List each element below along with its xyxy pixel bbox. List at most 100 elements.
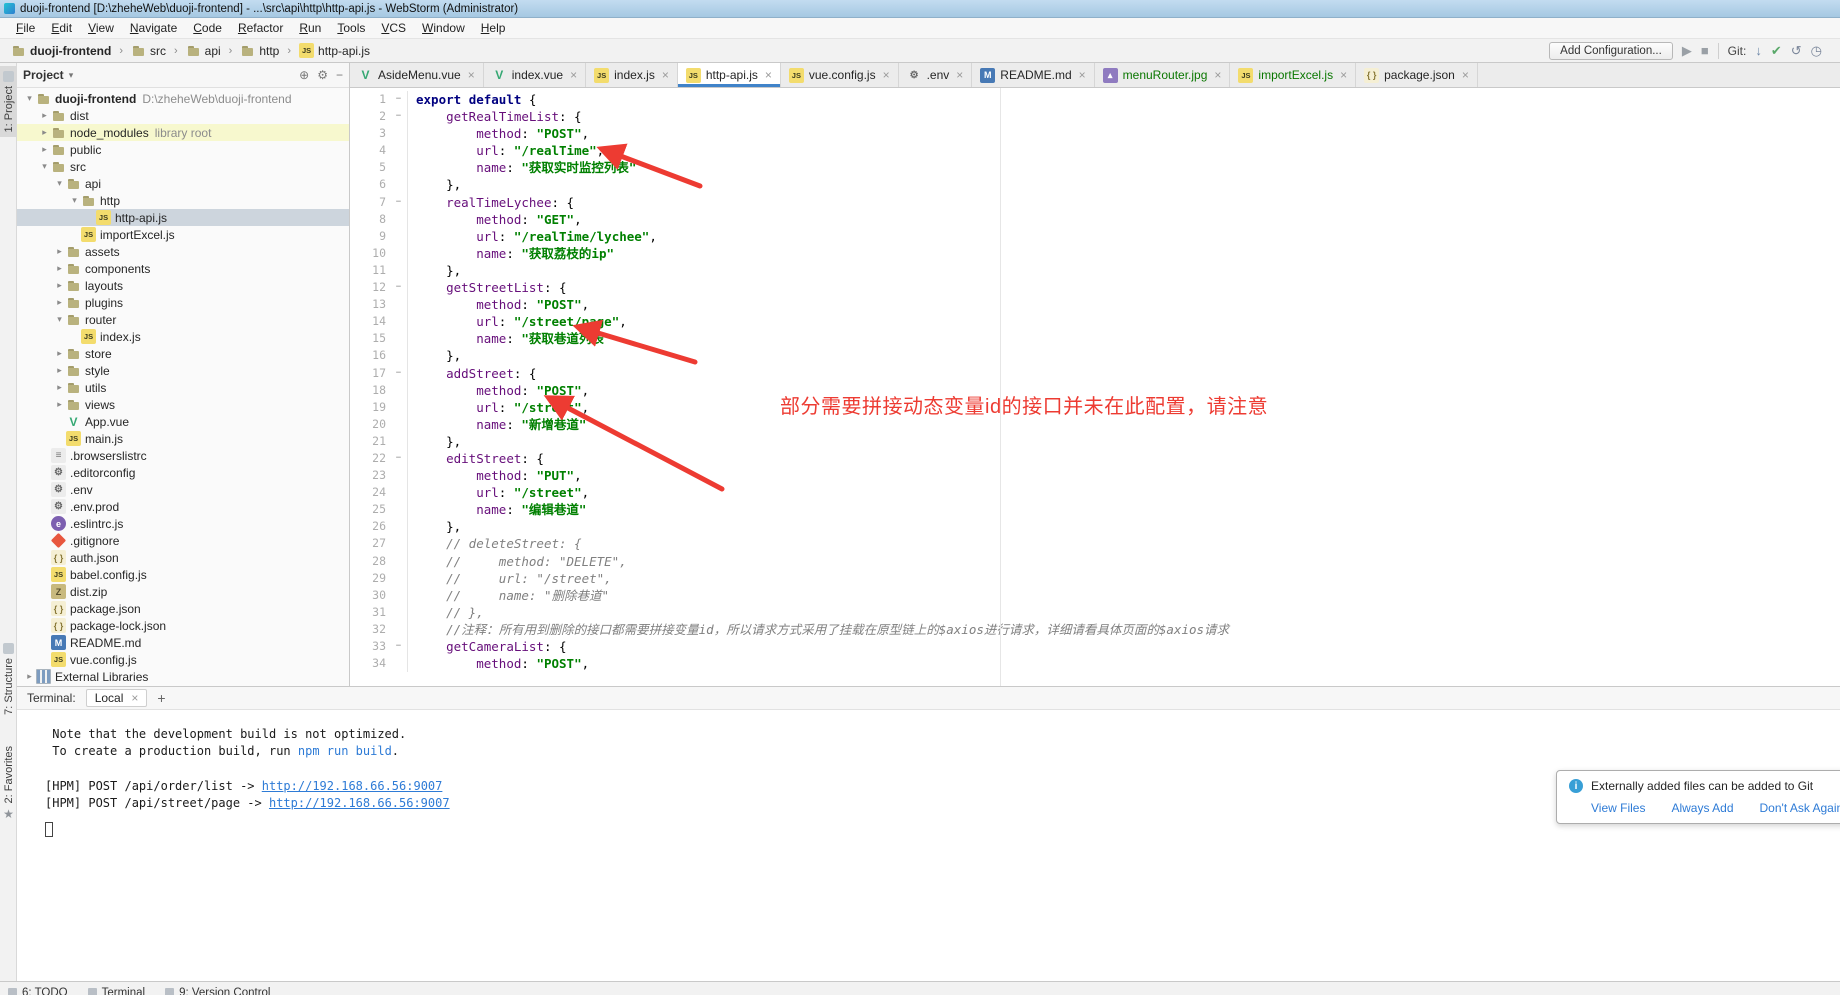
chevron-closed-icon[interactable]: ▸ — [53, 246, 66, 257]
code-line[interactable]: 10 name: "获取荔枝的ip" — [350, 245, 1840, 262]
tab-asidemenu-vue[interactable]: VAsideMenu.vue× — [350, 63, 484, 87]
git-commit-icon[interactable]: ✔ — [1771, 44, 1782, 57]
tree-item-store[interactable]: ▸store — [17, 345, 349, 362]
code-line[interactable]: 6 }, — [350, 176, 1840, 193]
menu-vcs[interactable]: VCS — [373, 19, 414, 37]
code-line[interactable]: 33− getCameraList: { — [350, 638, 1840, 655]
tree-item-gitignore[interactable]: .gitignore — [17, 532, 349, 549]
code-line[interactable]: 3 method: "POST", — [350, 125, 1840, 142]
chevron-open-icon[interactable]: ▾ — [38, 161, 51, 172]
chevron-closed-icon[interactable]: ▸ — [53, 280, 66, 291]
code-line[interactable]: 14 url: "/street/page", — [350, 313, 1840, 330]
menu-help[interactable]: Help — [473, 19, 514, 37]
tab-package-json[interactable]: { }package.json× — [1356, 63, 1478, 87]
menu-window[interactable]: Window — [414, 19, 473, 37]
tool-strip-1-project[interactable]: 1: Project — [0, 66, 17, 137]
code-line[interactable]: 27 // deleteStreet: { — [350, 535, 1840, 552]
git-update-icon[interactable]: ↓ — [1755, 44, 1762, 57]
code-area[interactable]: 1−export default {2− getRealTimeList: {3… — [350, 88, 1840, 686]
terminal-link[interactable]: http://192.168.66.56:9007 — [269, 796, 450, 810]
menu-edit[interactable]: Edit — [43, 19, 80, 37]
fold-marker-icon[interactable]: − — [390, 194, 408, 211]
tree-item-public[interactable]: ▸public — [17, 141, 349, 158]
code-line[interactable]: 5 name: "获取实时监控列表" — [350, 159, 1840, 176]
fold-marker-icon[interactable]: − — [390, 91, 408, 108]
code-line[interactable]: 1−export default { — [350, 91, 1840, 108]
stop-icon[interactable]: ■ — [1701, 44, 1709, 57]
code-line[interactable]: 23 method: "PUT", — [350, 467, 1840, 484]
breadcrumb-duoji-frontend[interactable]: duoji-frontend — [8, 42, 114, 59]
status-item-terminal[interactable]: Terminal — [88, 987, 145, 995]
git-rollback-icon[interactable]: ↺ — [1791, 44, 1802, 57]
tree-item-env-prod[interactable]: ⚙.env.prod — [17, 498, 349, 515]
close-tab-icon[interactable]: × — [956, 68, 963, 82]
tree-item-readme-md[interactable]: MREADME.md — [17, 634, 349, 651]
code-line[interactable]: 24 url: "/street", — [350, 484, 1840, 501]
tree-item-dist[interactable]: ▸dist — [17, 107, 349, 124]
code-line[interactable]: 28 // method: "DELETE", — [350, 553, 1840, 570]
notification-action-don-t-ask-again[interactable]: Don't Ask Again — [1760, 801, 1840, 815]
breadcrumb-api[interactable]: api — [183, 42, 224, 59]
chevron-closed-icon[interactable]: ▸ — [53, 263, 66, 274]
history-icon[interactable]: ◷ — [1811, 44, 1822, 57]
chevron-open-icon[interactable]: ▾ — [53, 314, 66, 325]
breadcrumb-http[interactable]: http — [237, 42, 282, 59]
menu-code[interactable]: Code — [185, 19, 230, 37]
tree-item-browserslistrc[interactable]: ≡.browserslistrc — [17, 447, 349, 464]
tree-item-auth-json[interactable]: { }auth.json — [17, 549, 349, 566]
menu-run[interactable]: Run — [291, 19, 329, 37]
close-tab-icon[interactable]: × — [1462, 68, 1469, 82]
chevron-closed-icon[interactable]: ▸ — [53, 399, 66, 410]
tab-env[interactable]: ⚙.env× — [899, 63, 973, 87]
menu-refactor[interactable]: Refactor — [230, 19, 291, 37]
tab-readme-md[interactable]: MREADME.md× — [972, 63, 1094, 87]
code-line[interactable]: 34 method: "POST", — [350, 655, 1840, 672]
project-panel-title[interactable]: Project — [23, 68, 64, 82]
notification-action-view-files[interactable]: View Files — [1591, 801, 1645, 815]
close-tab-icon[interactable]: × — [468, 68, 475, 82]
code-line[interactable]: 17− addStreet: { — [350, 365, 1840, 382]
tree-item-src[interactable]: ▾src — [17, 158, 349, 175]
close-tab-icon[interactable]: × — [662, 68, 669, 82]
code-line[interactable]: 25 name: "编辑巷道" — [350, 501, 1840, 518]
run-icon[interactable]: ▶ — [1682, 44, 1692, 57]
code-line[interactable]: 29 // url: "/street", — [350, 570, 1840, 587]
chevron-open-icon[interactable]: ▾ — [68, 195, 81, 206]
close-tab-icon[interactable]: × — [1079, 68, 1086, 82]
code-line[interactable]: 21 }, — [350, 433, 1840, 450]
tab-index-js[interactable]: JSindex.js× — [586, 63, 678, 87]
tree-item-views[interactable]: ▸views — [17, 396, 349, 413]
chevron-closed-icon[interactable]: ▸ — [23, 671, 36, 682]
chevron-open-icon[interactable]: ▾ — [23, 93, 36, 104]
terminal-link[interactable]: http://192.168.66.56:9007 — [262, 779, 443, 793]
tree-item-router[interactable]: ▾router — [17, 311, 349, 328]
code-line[interactable]: 16 }, — [350, 347, 1840, 364]
chevron-closed-icon[interactable]: ▸ — [38, 144, 51, 155]
tree-item-plugins[interactable]: ▸plugins — [17, 294, 349, 311]
tree-item-package-json[interactable]: { }package.json — [17, 600, 349, 617]
tree-item-main-js[interactable]: JSmain.js — [17, 430, 349, 447]
tree-item-style[interactable]: ▸style — [17, 362, 349, 379]
fold-marker-icon[interactable]: − — [390, 279, 408, 296]
code-line[interactable]: 13 method: "POST", — [350, 296, 1840, 313]
chevron-closed-icon[interactable]: ▸ — [53, 365, 66, 376]
tree-item-http[interactable]: ▾http — [17, 192, 349, 209]
notification-action-always-add[interactable]: Always Add — [1671, 801, 1733, 815]
status-item-9-version-control[interactable]: 9: Version Control — [165, 987, 270, 995]
code-line[interactable]: 26 }, — [350, 518, 1840, 535]
tree-item-duoji-frontend[interactable]: ▾duoji-frontendD:\zheheWeb\duoji-fronten… — [17, 90, 349, 107]
status-item-6-todo[interactable]: 6: TODO — [8, 987, 68, 995]
tab-http-api-js[interactable]: JShttp-api.js× — [678, 63, 781, 87]
chevron-closed-icon[interactable]: ▸ — [38, 127, 51, 138]
menu-navigate[interactable]: Navigate — [122, 19, 185, 37]
tree-item-layouts[interactable]: ▸layouts — [17, 277, 349, 294]
menu-view[interactable]: View — [80, 19, 122, 37]
menu-file[interactable]: File — [8, 19, 43, 37]
tool-strip-2-favorites[interactable]: 2: Favorites★ — [0, 741, 17, 826]
fold-marker-icon[interactable]: − — [390, 108, 408, 125]
tree-item-assets[interactable]: ▸assets — [17, 243, 349, 260]
settings-gear-icon[interactable]: ⚙ — [317, 68, 328, 82]
fold-marker-icon[interactable]: − — [390, 638, 408, 655]
tab-vue-config-js[interactable]: JSvue.config.js× — [781, 63, 899, 87]
close-tab-icon[interactable]: × — [883, 68, 890, 82]
